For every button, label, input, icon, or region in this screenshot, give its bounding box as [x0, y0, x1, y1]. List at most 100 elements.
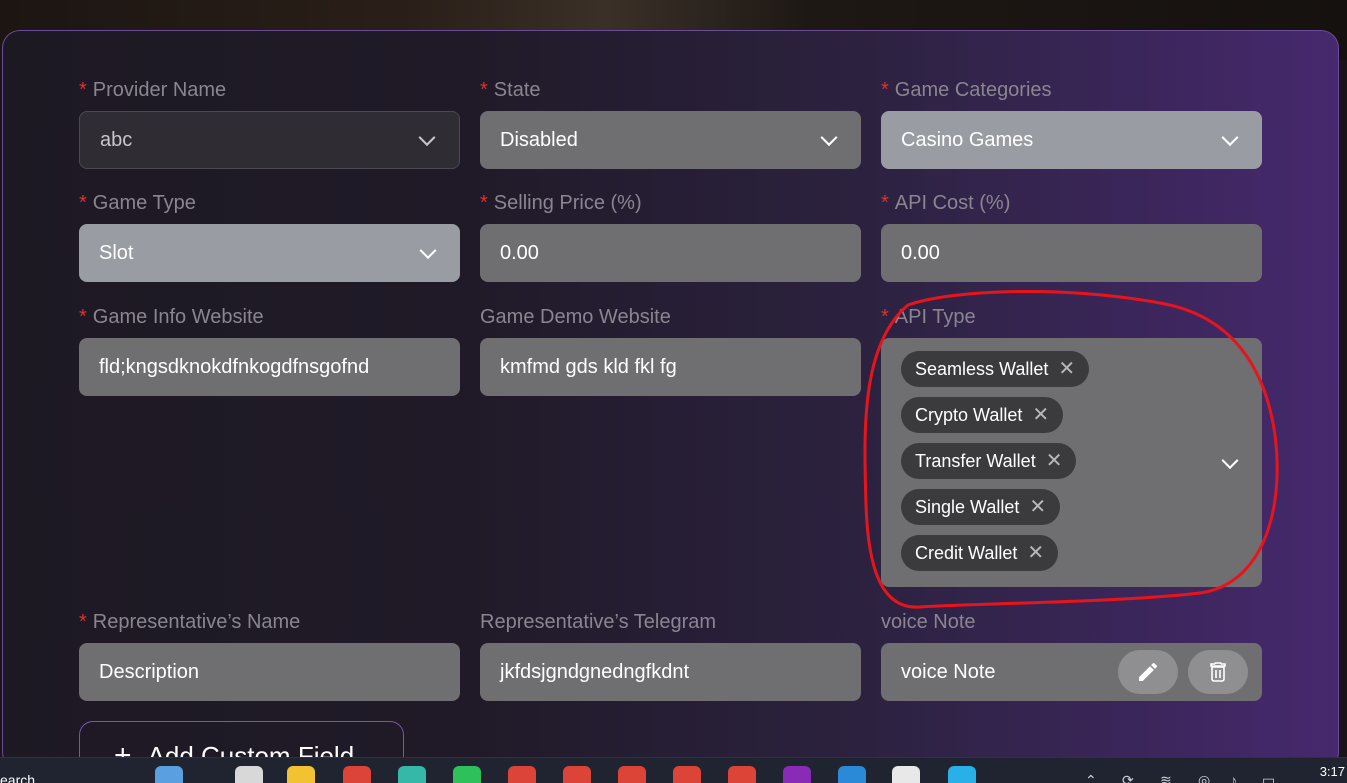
voice-note-label: voice Note — [881, 611, 976, 633]
chevron-down-icon — [418, 129, 436, 147]
tag-label: Crypto Wallet — [915, 404, 1023, 425]
required-mark: * — [79, 611, 87, 633]
volume-icon[interactable]: ♪ — [1230, 772, 1237, 783]
battery-icon[interactable]: ▭ — [1262, 772, 1275, 783]
rep-telegram-value: jkfdsjgndgnedngfkdnt — [500, 660, 690, 683]
chevron-up-icon[interactable]: ⌃ — [1085, 772, 1097, 783]
required-mark: * — [480, 79, 488, 101]
api-cost-label: API Cost (%) — [894, 192, 1011, 214]
chevron-down-icon — [419, 242, 437, 260]
chevron-down-icon — [1221, 129, 1239, 147]
rep-name-label: Representative’s Name — [92, 611, 301, 633]
game-demo-website-value: kmfmd gds kld fkl fg — [500, 355, 677, 378]
app-icon[interactable] — [948, 766, 976, 783]
required-mark: * — [79, 79, 87, 101]
clock[interactable]: 3:17 — [1320, 764, 1345, 779]
state-field: * State Disabled — [480, 77, 861, 169]
api-type-tag: Crypto Wallet ✕ — [901, 397, 1064, 433]
selling-price-value: 0.00 — [500, 241, 539, 264]
game-demo-website-field: Game Demo Website kmfmd gds kld fkl fg — [480, 304, 861, 396]
refresh-icon[interactable]: ⟳ — [1122, 772, 1134, 783]
game-info-website-input[interactable]: fld;kngsdknokdfnkogdfnsgofnd — [79, 338, 460, 396]
voice-note-value: voice Note — [901, 660, 996, 683]
required-mark: * — [79, 192, 87, 214]
rep-telegram-input[interactable]: jkfdsjgndgnedngfkdnt — [480, 643, 861, 701]
required-mark: * — [881, 306, 889, 328]
game-info-website-field: * Game Info Website fld;kngsdknokdfnkogdf… — [79, 304, 460, 396]
provider-name-value: abc — [100, 128, 133, 151]
whatsapp-icon[interactable] — [453, 766, 481, 783]
chrome-icon[interactable] — [618, 766, 646, 783]
trash-icon — [1210, 662, 1226, 682]
delete-button[interactable] — [1188, 650, 1248, 694]
game-demo-website-label: Game Demo Website — [480, 306, 671, 328]
chrome-icon[interactable] — [508, 766, 536, 783]
app-icon[interactable] — [398, 766, 426, 783]
api-type-label: API Type — [894, 306, 976, 328]
api-type-tag: Transfer Wallet ✕ — [901, 443, 1077, 479]
state-select[interactable]: Disabled — [480, 111, 861, 169]
provider-name-label: Provider Name — [92, 79, 227, 101]
game-categories-label: Game Categories — [894, 79, 1052, 101]
api-type-multiselect[interactable]: Seamless Wallet ✕ Crypto Wallet ✕ Transfer… — [881, 338, 1262, 587]
voice-note-input[interactable]: voice Note — [881, 643, 1262, 701]
game-categories-value: Casino Games — [901, 128, 1034, 151]
rep-telegram-field: Representative’s Telegram jkfdsjgndgnedn… — [480, 609, 861, 701]
folder-icon[interactable] — [287, 766, 315, 783]
weather-icon[interactable] — [155, 766, 183, 783]
pencil-icon — [1139, 662, 1158, 681]
selling-price-field: * Selling Price (%) 0.00 — [480, 190, 861, 282]
wifi-icon[interactable]: ◎ — [1198, 772, 1210, 783]
api-type-field: * API Type Seamless Wallet ✕ Crypto Wallet… — [881, 304, 1262, 587]
rep-telegram-label: Representative’s Telegram — [480, 611, 717, 633]
close-icon[interactable]: ✕ — [1046, 451, 1063, 471]
network-icon[interactable]: ≋ — [1160, 772, 1172, 783]
selling-price-input[interactable]: 0.00 — [480, 224, 861, 282]
game-categories-select[interactable]: Casino Games — [881, 111, 1262, 169]
app-icon[interactable] — [783, 766, 811, 783]
app-icon[interactable] — [892, 766, 920, 783]
provider-name-field: * Provider Name abc — [79, 77, 460, 169]
state-value: Disabled — [500, 128, 578, 151]
chrome-icon[interactable] — [673, 766, 701, 783]
tag-label: Single Wallet — [915, 496, 1020, 517]
taskbar-search[interactable]: earch — [0, 772, 35, 783]
taskbar: earch ⌃ ⟳ ≋ ◎ ♪ ▭ 3:17 — [0, 757, 1347, 783]
state-label: State — [493, 79, 541, 101]
chrome-icon[interactable] — [728, 766, 756, 783]
api-cost-value: 0.00 — [901, 241, 940, 264]
selling-price-label: Selling Price (%) — [493, 192, 642, 214]
close-icon[interactable]: ✕ — [1032, 405, 1049, 425]
required-mark: * — [79, 306, 87, 328]
game-demo-website-input[interactable]: kmfmd gds kld fkl fg — [480, 338, 861, 396]
api-type-tag: Single Wallet ✕ — [901, 489, 1061, 525]
close-icon[interactable]: ✕ — [1058, 359, 1075, 379]
close-icon[interactable]: ✕ — [1027, 543, 1044, 563]
required-mark: * — [881, 192, 889, 214]
game-type-value: Slot — [99, 241, 134, 264]
tag-label: Credit Wallet — [915, 542, 1018, 563]
game-info-website-value: fld;kngsdknokdfnkogdfnsgofnd — [99, 355, 370, 378]
chrome-icon[interactable] — [563, 766, 591, 783]
tag-label: Transfer Wallet — [915, 450, 1036, 471]
required-mark: * — [881, 79, 889, 101]
game-info-website-label: Game Info Website — [92, 306, 264, 328]
chrome-icon[interactable] — [343, 766, 371, 783]
chevron-down-icon — [820, 129, 838, 147]
vscode-icon[interactable] — [838, 766, 866, 783]
provider-form-panel: * Provider Name abc * State Disabled * Game… — [2, 30, 1339, 770]
required-mark: * — [480, 192, 488, 214]
rep-name-value: Description — [99, 660, 200, 683]
game-type-label: Game Type — [92, 192, 196, 214]
game-categories-field: * Game Categories Casino Games — [881, 77, 1262, 169]
app-icon[interactable] — [235, 766, 263, 783]
tag-label: Seamless Wallet — [915, 358, 1049, 379]
api-cost-input[interactable]: 0.00 — [881, 224, 1262, 282]
rep-name-input[interactable]: Description — [79, 643, 460, 701]
rep-name-field: * Representative’s Name Description — [79, 609, 460, 701]
game-type-select[interactable]: Slot — [79, 224, 460, 282]
game-type-field: * Game Type Slot — [79, 190, 460, 282]
provider-name-select[interactable]: abc — [79, 111, 460, 169]
close-icon[interactable]: ✕ — [1029, 497, 1046, 517]
edit-button[interactable] — [1118, 650, 1178, 694]
